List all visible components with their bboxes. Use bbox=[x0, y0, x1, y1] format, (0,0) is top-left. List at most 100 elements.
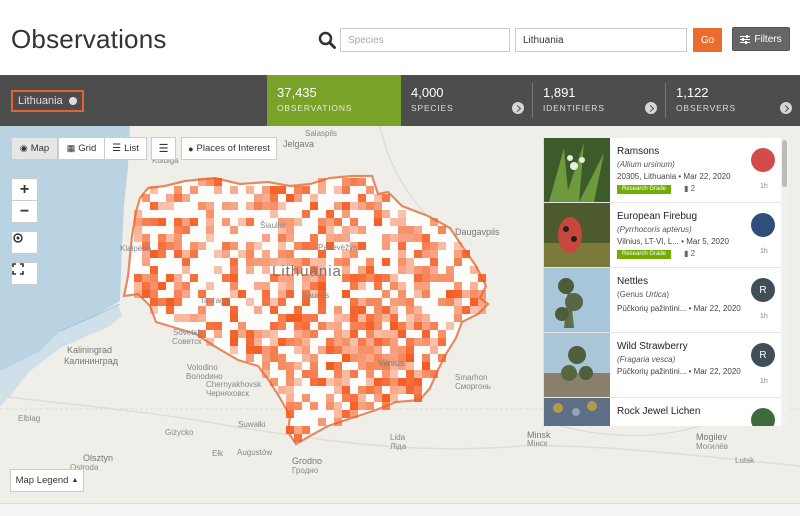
grid-cell bbox=[302, 338, 310, 346]
grid-cell bbox=[230, 330, 238, 338]
grid-cell bbox=[262, 362, 270, 370]
grid-cell bbox=[350, 218, 358, 226]
stat-observations[interactable]: 37,435 OBSERVATIONS bbox=[267, 75, 401, 126]
grid-cell bbox=[302, 186, 310, 194]
stat-species[interactable]: 4,000 SPECIES bbox=[401, 75, 532, 126]
grid-cell bbox=[470, 298, 478, 306]
grid-cell bbox=[134, 274, 142, 282]
grid-cell bbox=[454, 242, 462, 250]
grid-cell bbox=[350, 354, 358, 362]
avatar[interactable] bbox=[751, 148, 775, 172]
grid-cell bbox=[294, 314, 302, 322]
zoom-out-button[interactable]: − bbox=[11, 200, 38, 223]
species-input[interactable] bbox=[340, 28, 510, 52]
list-item[interactable]: Nettles (Genus Urtica) Pūčkorių pažintin… bbox=[544, 268, 788, 333]
places-of-interest-button[interactable]: ● Places of Interest bbox=[181, 137, 277, 160]
stat-identifiers[interactable]: 1,891 IDENTIFIERS bbox=[533, 75, 665, 126]
map-legend-button[interactable]: Map Legend ▲ bbox=[10, 469, 84, 492]
avatar[interactable] bbox=[751, 213, 775, 237]
grid-cell bbox=[214, 322, 222, 330]
list-item[interactable]: Rock Jewel Lichen bbox=[544, 398, 788, 426]
grid-cell bbox=[414, 386, 422, 394]
observation-photo[interactable] bbox=[544, 333, 610, 397]
grid-cell bbox=[406, 370, 414, 378]
grid-cell bbox=[326, 378, 334, 386]
filters-button[interactable]: Filters bbox=[732, 27, 790, 51]
observation-name[interactable]: European Firebug bbox=[617, 211, 697, 222]
observation-photo[interactable] bbox=[544, 398, 610, 426]
list-item[interactable]: European Firebug (Pyrrhocoris apterus) V… bbox=[544, 203, 788, 268]
layers-button[interactable]: ☰ bbox=[151, 137, 176, 160]
place-input[interactable] bbox=[515, 28, 687, 52]
stat-observers[interactable]: 1,122 OBSERVERS bbox=[666, 75, 800, 126]
grid-cell bbox=[278, 322, 286, 330]
observation-name[interactable]: Nettles bbox=[617, 276, 648, 287]
grid-cell bbox=[326, 402, 334, 410]
avatar[interactable]: R bbox=[751, 343, 775, 367]
fullscreen-button[interactable] bbox=[11, 262, 38, 285]
grid-cell bbox=[350, 314, 358, 322]
observation-meta: 20305, Lithuania • Mar 22, 2020 bbox=[617, 172, 731, 181]
grid-cell bbox=[150, 282, 158, 290]
observers-arrow-icon bbox=[780, 102, 792, 114]
grid-cell bbox=[438, 298, 446, 306]
list-item[interactable]: Ramsons (Allium ursinum) 20305, Lithuani… bbox=[544, 138, 788, 203]
remove-place-icon[interactable] bbox=[68, 97, 77, 105]
grid-cell bbox=[350, 322, 358, 330]
grid-cell bbox=[166, 194, 174, 202]
grid-cell bbox=[142, 274, 150, 282]
avatar[interactable] bbox=[751, 408, 775, 426]
grid-cell bbox=[470, 306, 478, 314]
grid-cell bbox=[286, 370, 294, 378]
observation-name[interactable]: Ramsons bbox=[617, 146, 659, 157]
grid-cell bbox=[286, 290, 294, 298]
grid-cell bbox=[214, 186, 222, 194]
grid-cell bbox=[390, 394, 398, 402]
observation-photo[interactable] bbox=[544, 203, 610, 267]
grid-cell bbox=[262, 194, 270, 202]
grid-cell bbox=[414, 274, 422, 282]
grid-cell bbox=[366, 402, 374, 410]
list-item[interactable]: Wild Strawberry (Fragaria vesca) Pūčkori… bbox=[544, 333, 788, 398]
grid-cell bbox=[390, 234, 398, 242]
grid-cell bbox=[326, 322, 334, 330]
grid-cell bbox=[366, 346, 374, 354]
grid-view-button[interactable]: ▦ Grid bbox=[58, 137, 105, 160]
locate-button[interactable] bbox=[11, 231, 38, 254]
grid-cell bbox=[398, 346, 406, 354]
grid-cell bbox=[254, 258, 262, 266]
grid-cell bbox=[206, 322, 214, 330]
grid-cell bbox=[206, 178, 214, 186]
grid-cell bbox=[350, 410, 358, 418]
grid-cell bbox=[150, 298, 158, 306]
observation-name[interactable]: Wild Strawberry bbox=[617, 341, 688, 352]
observation-photo[interactable] bbox=[544, 138, 610, 202]
list-view-button[interactable]: ☰ List bbox=[104, 137, 147, 160]
grid-cell bbox=[382, 242, 390, 250]
grid-cell bbox=[366, 378, 374, 386]
grid-cell bbox=[262, 298, 270, 306]
observation-photo[interactable] bbox=[544, 268, 610, 332]
avatar[interactable]: R bbox=[751, 278, 775, 302]
place-chip[interactable]: Lithuania bbox=[11, 90, 84, 112]
grid-cell bbox=[262, 202, 270, 210]
grid-cell bbox=[206, 210, 214, 218]
observation-list[interactable]: Ramsons (Allium ursinum) 20305, Lithuani… bbox=[543, 138, 788, 426]
grid-cell bbox=[142, 290, 150, 298]
map-label: Могилёв bbox=[696, 442, 728, 451]
grid-cell bbox=[166, 234, 174, 242]
zoom-in-button[interactable]: + bbox=[11, 178, 38, 201]
grid-cell bbox=[142, 234, 150, 242]
grid-cell bbox=[150, 218, 158, 226]
go-button[interactable]: Go bbox=[693, 28, 722, 52]
grid-cell bbox=[302, 426, 310, 434]
list-scrollbar-thumb[interactable] bbox=[782, 140, 787, 187]
grid-cell bbox=[462, 250, 470, 258]
grid-cell bbox=[334, 202, 342, 210]
map-view-button[interactable]: ◉ Map bbox=[11, 137, 58, 160]
grid-cell bbox=[310, 242, 318, 250]
grid-cell bbox=[254, 306, 262, 314]
observation-name[interactable]: Rock Jewel Lichen bbox=[617, 406, 700, 417]
grid-cell bbox=[134, 282, 142, 290]
grid-cell bbox=[382, 290, 390, 298]
